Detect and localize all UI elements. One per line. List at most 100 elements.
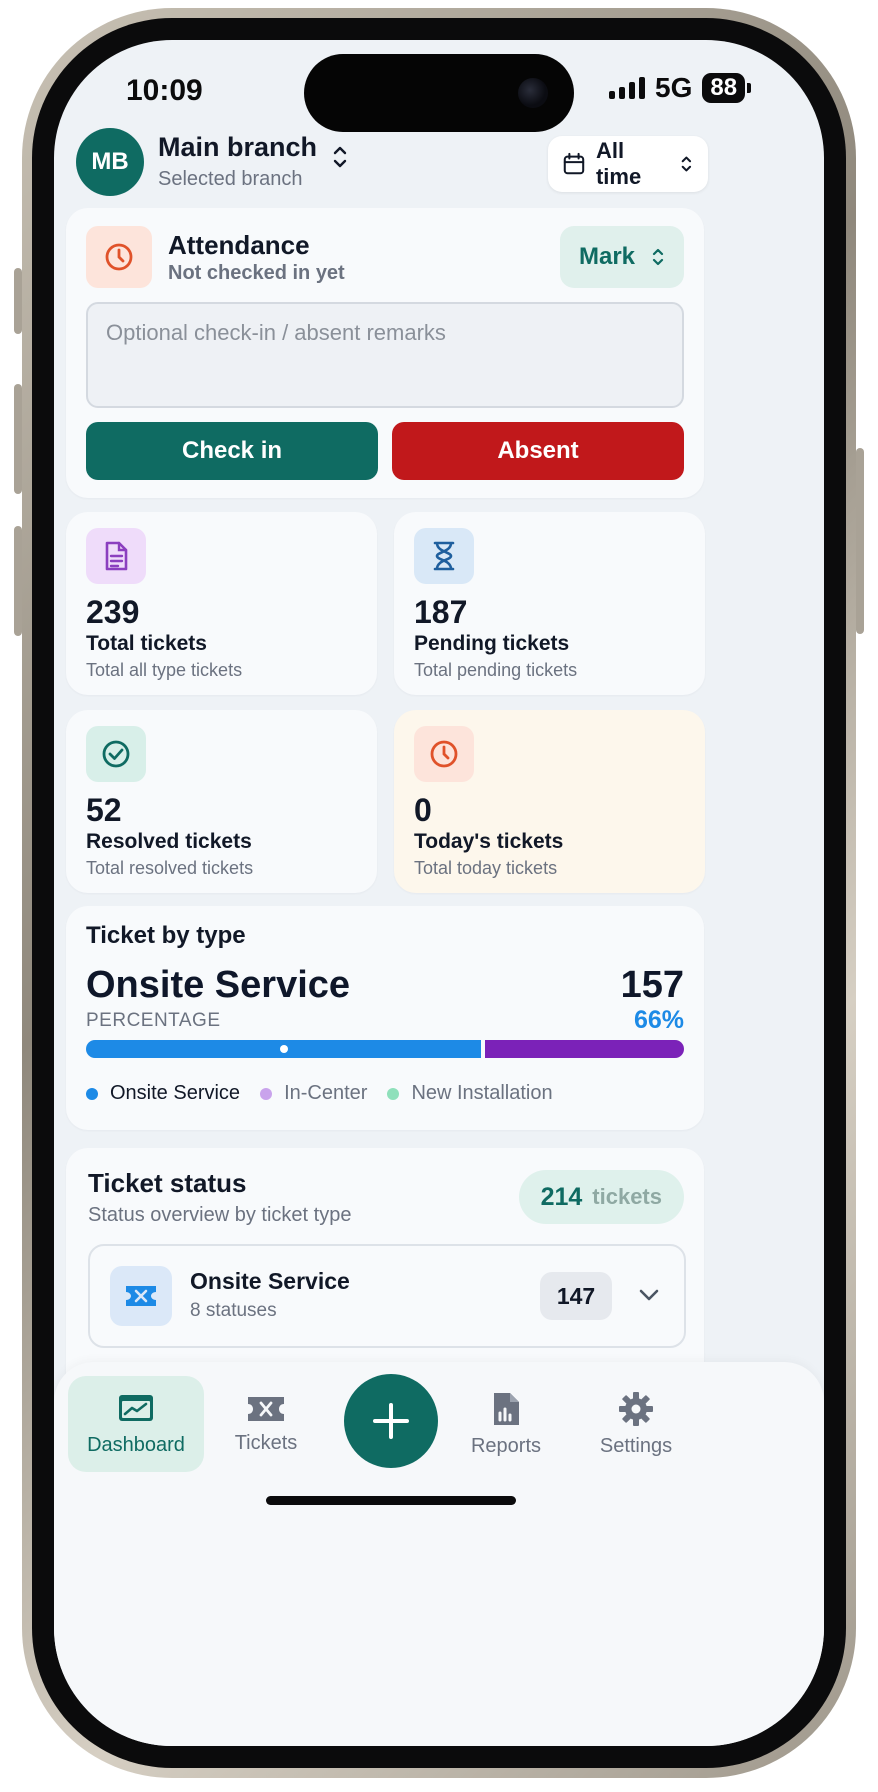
hourglass-icon bbox=[433, 541, 455, 571]
legend-dot bbox=[86, 1087, 98, 1100]
tab-label: Tickets bbox=[234, 1431, 298, 1454]
stat-icon-box bbox=[414, 726, 474, 782]
phone-volume-down bbox=[14, 526, 22, 636]
stat-value: 0 bbox=[414, 792, 432, 828]
ticket-total-count: 214 bbox=[540, 1182, 583, 1211]
mark-attendance-dropdown[interactable]: Mark bbox=[560, 226, 684, 288]
status-row-count: 147 bbox=[540, 1272, 612, 1320]
ticket-total-badge: 214 tickets bbox=[518, 1170, 684, 1224]
stat-card-resolved[interactable]: 52 Resolved tickets Total resolved ticke… bbox=[66, 710, 377, 893]
stat-subtitle: Total today tickets bbox=[414, 858, 558, 878]
stat-label: Total tickets bbox=[86, 632, 207, 655]
document-icon bbox=[105, 541, 128, 571]
add-ticket-button[interactable] bbox=[344, 1374, 438, 1468]
branch-name: Main branch bbox=[158, 132, 318, 162]
stat-value: 187 bbox=[414, 594, 468, 630]
legend-label: In-Center bbox=[284, 1082, 368, 1104]
tab-label: Settings bbox=[599, 1434, 673, 1457]
type-bar-segment[interactable] bbox=[485, 1040, 684, 1058]
avatar: MB bbox=[76, 128, 144, 196]
ticket-total-unit: tickets bbox=[592, 1184, 662, 1209]
ticket-icon bbox=[248, 1396, 284, 1421]
chevron-up-down-icon bbox=[681, 156, 692, 172]
chevron-down-icon[interactable] bbox=[636, 1282, 662, 1308]
tab-label: Reports bbox=[470, 1434, 542, 1457]
stat-card-today[interactable]: 0 Today's tickets Total today tickets bbox=[394, 710, 705, 893]
branch-subtitle: Selected branch bbox=[158, 168, 303, 190]
tab-dashboard[interactable]: Dashboard bbox=[68, 1376, 204, 1472]
stat-label: Pending tickets bbox=[414, 632, 570, 655]
mark-label: Mark bbox=[578, 243, 636, 270]
ticket-status-title: Ticket status bbox=[88, 1168, 247, 1198]
stat-subtitle: Total resolved tickets bbox=[86, 858, 254, 878]
chevron-up-down-icon bbox=[333, 146, 347, 168]
check-in-button[interactable]: Check in bbox=[86, 422, 378, 480]
selected-segment-marker bbox=[279, 1045, 288, 1053]
calendar-icon bbox=[563, 152, 585, 175]
time-filter-label: All time bbox=[595, 138, 642, 189]
selected-type-count: 157 bbox=[620, 964, 684, 1006]
ticket-icon bbox=[126, 1286, 156, 1306]
chevron-up-down-icon bbox=[652, 248, 664, 266]
time-filter-dropdown[interactable]: All time bbox=[548, 136, 708, 192]
tab-reports[interactable]: Reports bbox=[438, 1376, 574, 1472]
status-time: 10:09 bbox=[126, 74, 203, 107]
percentage-label: PERCENTAGE bbox=[86, 1010, 221, 1031]
bottom-tab-bar: Dashboard Tickets Reports Settings bbox=[54, 1362, 824, 1746]
ticket-status-subtitle: Status overview by ticket type bbox=[88, 1204, 352, 1226]
ticket-by-type-card: Ticket by type Onsite Service 157 PERCEN… bbox=[66, 906, 704, 1130]
attendance-title: Attendance bbox=[168, 230, 310, 260]
ticket-by-type-heading: Ticket by type bbox=[86, 922, 246, 949]
phone-action-button bbox=[14, 268, 22, 334]
status-row-icon-box bbox=[110, 1266, 172, 1326]
phone-volume-up bbox=[14, 384, 22, 494]
report-icon bbox=[494, 1392, 519, 1425]
status-indicators: 5G 88 bbox=[609, 72, 751, 104]
type-distribution-bar[interactable] bbox=[86, 1040, 684, 1058]
status-row-subtitle: 8 statuses bbox=[190, 1300, 277, 1321]
dashboard-icon bbox=[119, 1394, 153, 1421]
status-row-name: Onsite Service bbox=[190, 1268, 350, 1294]
check-circle-icon bbox=[102, 740, 130, 768]
attendance-status: Not checked in yet bbox=[168, 262, 345, 284]
legend-label: Onsite Service bbox=[110, 1082, 241, 1104]
absent-button[interactable]: Absent bbox=[392, 422, 684, 480]
legend-dot bbox=[260, 1087, 273, 1100]
clock-icon bbox=[105, 243, 133, 271]
stat-icon-box bbox=[414, 528, 474, 584]
status-row-onsite-service[interactable]: Onsite Service 8 statuses 147 bbox=[88, 1244, 686, 1348]
network-type: 5G bbox=[655, 72, 693, 103]
clock-icon bbox=[430, 740, 458, 768]
tab-settings[interactable]: Settings bbox=[568, 1376, 704, 1472]
selected-type-name: Onsite Service bbox=[86, 964, 351, 1006]
remarks-input[interactable] bbox=[86, 302, 684, 408]
battery-icon: 88 bbox=[702, 73, 751, 103]
stat-subtitle: Total pending tickets bbox=[414, 660, 578, 680]
stat-icon-box bbox=[86, 528, 146, 584]
legend-item[interactable]: New Installation bbox=[387, 1082, 553, 1105]
legend-item[interactable]: Onsite Service bbox=[86, 1082, 240, 1105]
legend-dot bbox=[387, 1087, 400, 1100]
legend-label: New Installation bbox=[411, 1082, 553, 1104]
home-indicator[interactable] bbox=[266, 1496, 516, 1505]
phone-power-button bbox=[856, 448, 864, 634]
stat-icon-box bbox=[86, 726, 146, 782]
gear-icon bbox=[619, 1391, 653, 1426]
stat-label: Today's tickets bbox=[414, 830, 564, 853]
attendance-icon-box bbox=[86, 226, 152, 288]
camera-icon bbox=[518, 78, 548, 108]
attendance-card: Attendance Not checked in yet Mark Check… bbox=[66, 208, 704, 498]
tab-label: Dashboard bbox=[87, 1433, 185, 1456]
stat-card-pending[interactable]: 187 Pending tickets Total pending ticket… bbox=[394, 512, 705, 695]
dynamic-island bbox=[304, 54, 574, 132]
stat-card-total[interactable]: 239 Total tickets Total all type tickets bbox=[66, 512, 377, 695]
type-legend: Onsite Service In-Center New Installation bbox=[86, 1082, 553, 1105]
signal-icon bbox=[609, 77, 645, 99]
type-bar-segment[interactable] bbox=[86, 1040, 482, 1058]
plus-icon bbox=[373, 1403, 409, 1439]
legend-item[interactable]: In-Center bbox=[260, 1082, 367, 1105]
stat-subtitle: Total all type tickets bbox=[86, 660, 243, 680]
tab-tickets[interactable]: Tickets bbox=[198, 1376, 334, 1472]
phone-screen: 10:09 5G 88 MB Main branch Selected bran… bbox=[54, 40, 824, 1746]
selected-type-percent: 66% bbox=[633, 1006, 684, 1034]
